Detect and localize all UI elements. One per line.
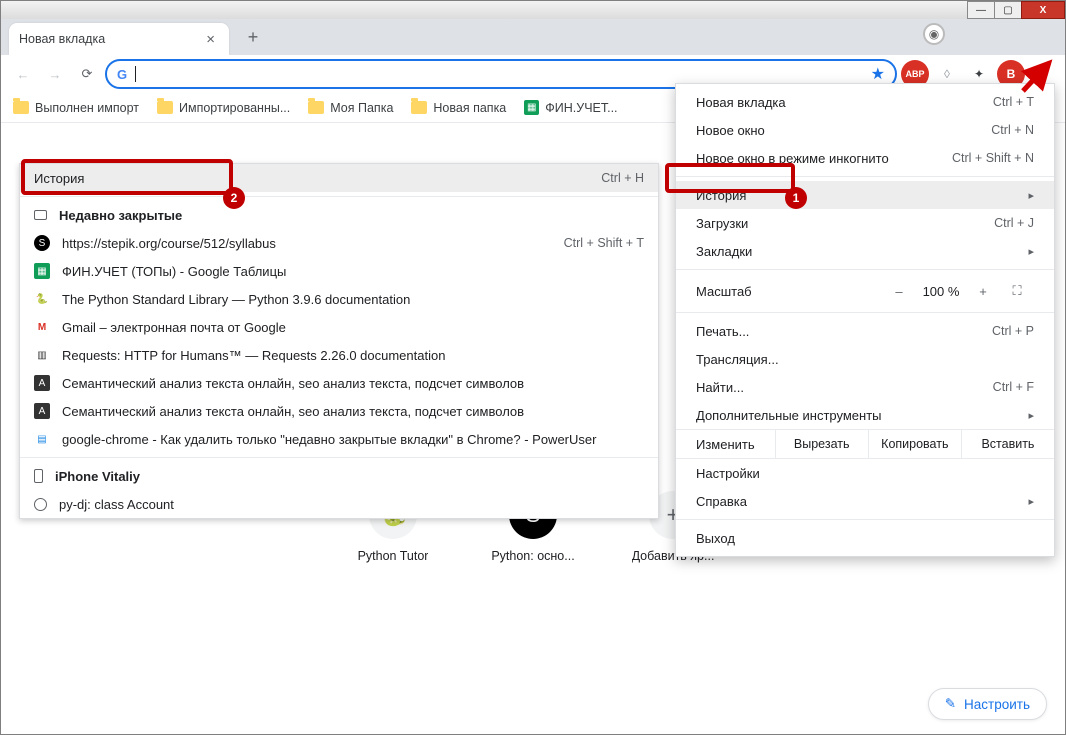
bookmark-folder[interactable]: Новая папка xyxy=(411,101,506,115)
globe-icon xyxy=(34,498,47,511)
recent-item[interactable]: ▥ Requests: HTTP for Humans™ — Requests … xyxy=(20,341,658,369)
folder-icon xyxy=(308,101,324,114)
submenu-history-label: История xyxy=(34,171,84,186)
annotation-badge-2: 2 xyxy=(223,187,245,209)
window-maximize-button[interactable]: ▢ xyxy=(994,1,1022,19)
reopen-shortcut: Ctrl + Shift + T xyxy=(564,236,644,250)
menu-settings[interactable]: Настройки xyxy=(676,459,1054,487)
bookmark-star-icon[interactable]: ★ xyxy=(871,64,885,84)
pencil-icon: ✎ xyxy=(945,696,956,712)
submenu-device-header: iPhone Vitaliy xyxy=(20,462,658,490)
menu-help[interactable]: Справка▸ xyxy=(676,487,1054,515)
separator xyxy=(20,196,658,197)
gmail-icon: M xyxy=(34,319,50,335)
menu-new-window[interactable]: Новое окноCtrl + N xyxy=(676,116,1054,144)
separator xyxy=(20,457,658,458)
submenu-arrow-icon: ▸ xyxy=(1028,409,1034,422)
menu-exit[interactable]: Выход xyxy=(676,524,1054,552)
menu-zoom-row: Масштаб – 100 % + ⛶ xyxy=(676,274,1054,308)
back-button[interactable]: ← xyxy=(9,60,37,88)
zoom-out-button[interactable]: – xyxy=(882,278,916,304)
customize-button[interactable]: ✎ Настроить xyxy=(928,688,1047,720)
forward-button[interactable]: → xyxy=(41,60,69,88)
advego-icon: A xyxy=(34,403,50,419)
recent-item[interactable]: A Семантический анализ текста онлайн, se… xyxy=(20,369,658,397)
bookmark-folder[interactable]: Выполнен импорт xyxy=(13,101,139,115)
customize-label: Настроить xyxy=(964,697,1030,712)
folder-icon xyxy=(13,101,29,114)
separator xyxy=(676,519,1054,520)
python-icon: 🐍 xyxy=(34,291,50,307)
tab-title: Новая вкладка xyxy=(19,32,105,46)
sheets-icon: ▦ xyxy=(34,263,50,279)
menu-find[interactable]: Найти...Ctrl + F xyxy=(676,373,1054,401)
submenu-arrow-icon: ▸ xyxy=(1028,189,1034,202)
menu-downloads[interactable]: ЗагрузкиCtrl + J xyxy=(676,209,1054,237)
edit-cut-button[interactable]: Вырезать xyxy=(775,430,868,458)
menu-more-tools[interactable]: Дополнительные инструменты▸ xyxy=(676,401,1054,429)
fullscreen-button[interactable]: ⛶ xyxy=(1000,278,1034,304)
phone-icon xyxy=(34,469,43,483)
window-minimize-button[interactable]: — xyxy=(967,1,995,19)
separator xyxy=(676,312,1054,313)
menu-cast[interactable]: Трансляция... xyxy=(676,345,1054,373)
recent-closed-label: Недавно закрытые xyxy=(59,208,182,223)
tab-icon xyxy=(34,210,47,220)
sheets-icon: ▦ xyxy=(524,100,539,115)
menu-new-tab[interactable]: Новая вкладкаCtrl + T xyxy=(676,88,1054,116)
bookmark-folder[interactable]: Моя Папка xyxy=(308,101,393,115)
zoom-value: 100 % xyxy=(916,284,966,299)
device-item[interactable]: py-dj: class Account xyxy=(20,490,658,518)
bookmark-item[interactable]: ▦ФИН.УЧЕТ... xyxy=(524,100,617,115)
edit-copy-button[interactable]: Копировать xyxy=(868,430,961,458)
text-cursor xyxy=(135,66,136,82)
edit-paste-button[interactable]: Вставить xyxy=(961,430,1054,458)
submenu-arrow-icon: ▸ xyxy=(1028,495,1034,508)
menu-edit-row: Изменить Вырезать Копировать Вставить xyxy=(676,429,1054,459)
folder-icon xyxy=(411,101,427,114)
submenu-history-header[interactable]: История Ctrl + H xyxy=(20,164,658,192)
shortcut-label: Python: осно... xyxy=(491,549,574,563)
annotation-badge-1: 1 xyxy=(785,187,807,209)
menu-history[interactable]: История▸ xyxy=(676,181,1054,209)
submenu-recent-header: Недавно закрытые xyxy=(20,201,658,229)
new-tab-button[interactable]: + xyxy=(239,23,267,51)
separator xyxy=(676,176,1054,177)
requests-icon: ▥ xyxy=(34,347,50,363)
stepik-icon: Ѕ xyxy=(34,235,50,251)
recent-item[interactable]: Ѕ https://stepik.org/course/512/syllabus… xyxy=(20,229,658,257)
history-submenu: История Ctrl + H Недавно закрытые Ѕ http… xyxy=(19,163,659,519)
submenu-arrow-icon: ▸ xyxy=(1028,245,1034,258)
tab-close-icon[interactable]: × xyxy=(202,29,219,50)
menu-bookmarks[interactable]: Закладки▸ xyxy=(676,237,1054,265)
recent-item[interactable]: A Семантический анализ текста онлайн, se… xyxy=(20,397,658,425)
reload-button[interactable]: ⟳ xyxy=(73,60,101,88)
chrome-main-menu: Новая вкладкаCtrl + T Новое окноCtrl + N… xyxy=(675,83,1055,557)
menu-print[interactable]: Печать...Ctrl + P xyxy=(676,317,1054,345)
edit-label: Изменить xyxy=(676,430,775,458)
zoom-in-button[interactable]: + xyxy=(966,278,1000,304)
browser-tab[interactable]: Новая вкладка × xyxy=(9,23,229,55)
zoom-label: Масштаб xyxy=(696,284,752,299)
window-close-button[interactable]: X xyxy=(1021,1,1065,19)
shortcut-label: Python Tutor xyxy=(358,549,429,563)
stackexchange-icon: ▤ xyxy=(34,431,50,447)
tab-strip: Новая вкладка × + xyxy=(1,19,1065,55)
recent-item[interactable]: M Gmail – электронная почта от Google xyxy=(20,313,658,341)
recent-item[interactable]: ▤ google-chrome - Как удалить только "не… xyxy=(20,425,658,453)
separator xyxy=(676,269,1054,270)
recent-item[interactable]: ▦ ФИН.УЧЕТ (ТОПы) - Google Таблицы xyxy=(20,257,658,285)
profile-guest-icon[interactable]: ◉ xyxy=(923,23,945,45)
folder-icon xyxy=(157,101,173,114)
bookmark-folder[interactable]: Импортированны... xyxy=(157,101,290,115)
annotation-arrow xyxy=(1019,55,1059,95)
menu-new-incognito[interactable]: Новое окно в режиме инкогнитоCtrl + Shif… xyxy=(676,144,1054,172)
window-titlebar: — ▢ X xyxy=(1,1,1065,19)
recent-item[interactable]: 🐍 The Python Standard Library — Python 3… xyxy=(20,285,658,313)
device-name-label: iPhone Vitaliy xyxy=(55,469,140,484)
advego-icon: A xyxy=(34,375,50,391)
submenu-history-shortcut: Ctrl + H xyxy=(601,171,644,185)
google-g-icon: G xyxy=(117,67,127,82)
